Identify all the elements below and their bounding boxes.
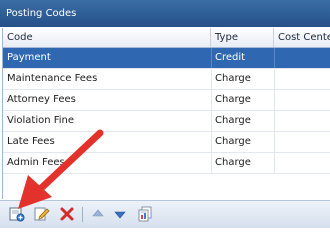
row-cost-center-cell: [274, 90, 330, 110]
table-row[interactable]: Attorney Fees Charge: [3, 90, 330, 111]
move-up-button[interactable]: [89, 205, 107, 223]
row-code-cell: Late Fees: [7, 136, 55, 147]
move-down-icon: [114, 211, 126, 219]
row-cost-center-cell: [274, 48, 330, 68]
edit-record-button[interactable]: [33, 205, 51, 223]
row-cost-center-cell: [274, 69, 330, 89]
row-cost-center-cell: [274, 153, 330, 173]
table-row[interactable]: Maintenance Fees Charge: [3, 69, 330, 90]
row-code-cell: Payment: [7, 52, 51, 63]
grid-toolbar: [0, 200, 330, 228]
column-header-code[interactable]: Code: [3, 28, 211, 47]
grid-header: Code Type Cost Center: [3, 28, 330, 48]
move-down-button[interactable]: [111, 205, 129, 223]
row-type-cell: Charge: [215, 94, 251, 105]
report-button[interactable]: [136, 205, 154, 223]
row-code-cell: Maintenance Fees: [7, 73, 98, 84]
column-header-cost-center[interactable]: Cost Center: [274, 28, 330, 47]
table-row[interactable]: Payment Credit: [3, 48, 330, 69]
posting-codes-panel: Posting Codes Code Type Cost Center Paym…: [0, 0, 330, 228]
table-row[interactable]: Late Fees Charge: [3, 132, 330, 153]
posting-codes-grid[interactable]: Code Type Cost Center Payment Credit Mai…: [2, 28, 330, 199]
row-cost-center-cell: [274, 111, 330, 131]
row-type-cell: Credit: [215, 52, 246, 63]
row-type-cell: Charge: [215, 136, 251, 147]
add-record-icon: [9, 207, 25, 222]
table-row[interactable]: Violation Fine Charge: [3, 111, 330, 132]
column-header-type[interactable]: Type: [211, 28, 274, 47]
edit-pencil-icon: [34, 207, 50, 221]
row-type-cell: Charge: [215, 73, 251, 84]
move-up-icon: [92, 209, 104, 217]
report-icon: [138, 206, 152, 222]
toolbar-separator: [82, 207, 83, 222]
add-record-button[interactable]: [8, 205, 26, 223]
row-code-cell: Violation Fine: [7, 115, 75, 126]
row-code-cell: Attorney Fees: [7, 94, 76, 105]
row-code-cell: Admin Fees: [7, 157, 65, 168]
delete-record-button[interactable]: [58, 205, 76, 223]
delete-x-icon: [60, 207, 74, 221]
row-type-cell: Charge: [215, 157, 251, 168]
row-type-cell: Charge: [215, 115, 251, 126]
table-row[interactable]: Admin Fees Charge: [3, 153, 330, 174]
panel-title: Posting Codes: [0, 0, 330, 27]
row-cost-center-cell: [274, 132, 330, 152]
